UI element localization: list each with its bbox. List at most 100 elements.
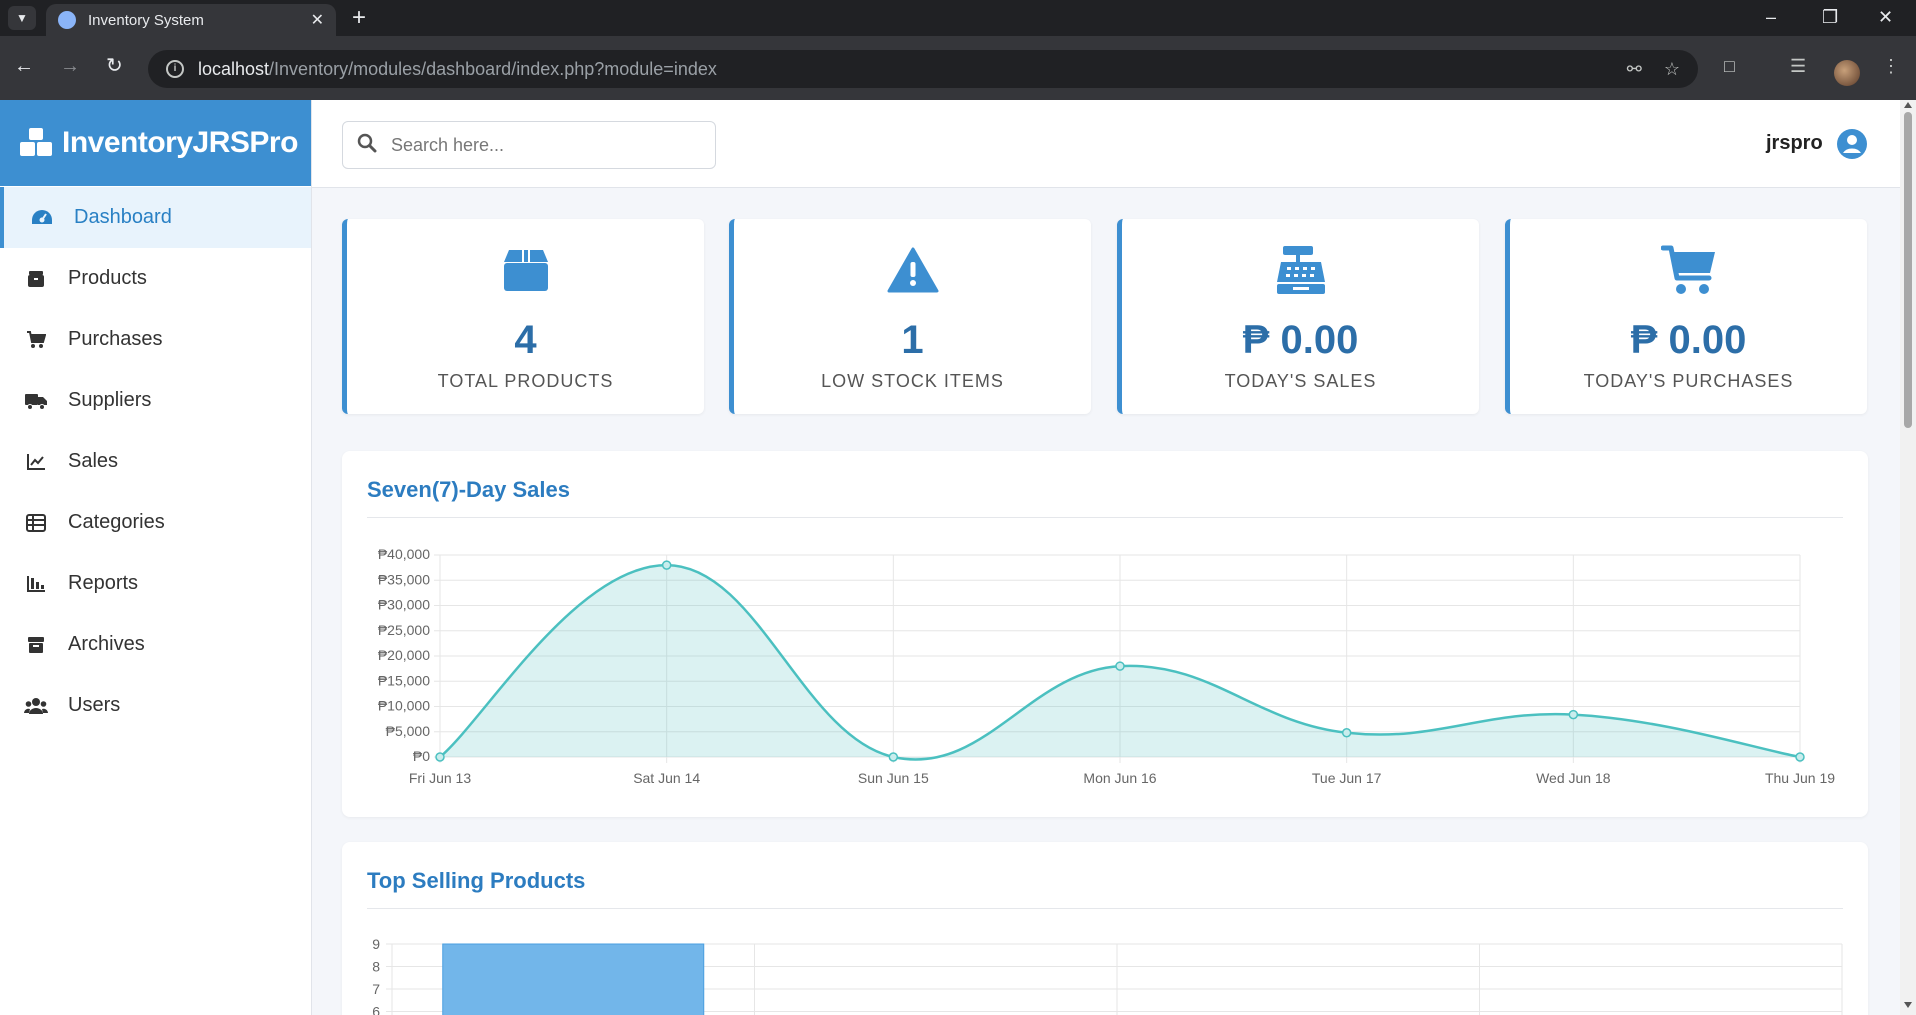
x-tick-label: Fri Jun 13 (409, 770, 471, 786)
sidebar-item-categories[interactable]: Categories (0, 492, 311, 553)
sidebar-item-dashboard[interactable]: Dashboard (0, 187, 311, 248)
sidebar-item-suppliers[interactable]: Suppliers (0, 370, 311, 431)
sidebar-item-label: Purchases (68, 328, 163, 350)
site-info-icon[interactable]: i (166, 60, 184, 78)
search-box[interactable] (342, 121, 716, 169)
box-icon (24, 267, 48, 291)
tab-search-button[interactable]: ▼ (8, 6, 36, 30)
x-tick-label: Wed Jun 18 (1536, 770, 1611, 786)
top-selling-bar-chart: 9 8 7 6 (372, 936, 1843, 1015)
total-products-value: 4 (514, 318, 537, 362)
x-tick-label: Thu Jun 19 (1765, 770, 1835, 786)
cash-register-icon (1122, 243, 1479, 297)
sidebar-item-label: Reports (68, 572, 139, 594)
users-icon (24, 694, 48, 718)
page-scrollbar[interactable] (1900, 100, 1916, 1015)
y-tick-label: ₱40,000 (378, 546, 430, 562)
y-tick-label: 9 (372, 936, 380, 952)
x-tick-label: Tue Jun 17 (1312, 770, 1382, 786)
x-tick-label: Sun Jun 15 (858, 770, 929, 786)
url-text: localhost/Inventory/modules/dashboard/in… (198, 58, 717, 79)
box-icon (347, 243, 704, 297)
brand-header[interactable]: InventoryJRSPro (0, 100, 311, 186)
boxes-icon (20, 128, 54, 158)
gauge-icon (30, 206, 54, 230)
sidebar-item-sales[interactable]: Sales (0, 431, 311, 492)
username[interactable]: jrspro (1766, 132, 1823, 155)
sidebar-item-users[interactable]: Users (0, 675, 311, 736)
chrome-menu-icon[interactable]: ⋮ (1882, 56, 1900, 77)
todays-sales-value: ₱ 0.00 (1242, 318, 1359, 362)
sidebar-item-products[interactable]: Products (0, 248, 311, 309)
archive-box-icon (24, 633, 48, 657)
stat-card-todays-sales: ₱ 0.00 TODAY'S SALES (1117, 219, 1479, 414)
stat-card-low-stock: 1 LOW STOCK ITEMS (729, 219, 1091, 414)
forward-button[interactable]: → (60, 54, 80, 78)
y-tick-label: ₱0 (413, 748, 430, 764)
low-stock-label: LOW STOCK ITEMS (821, 371, 1004, 391)
scroll-thumb[interactable] (1904, 112, 1912, 428)
y-tick-label: ₱15,000 (378, 672, 430, 688)
user-circle-icon[interactable] (1837, 129, 1867, 164)
search-input[interactable] (391, 134, 691, 156)
sidebar-menu: Dashboard Products Purchases Suppliers S… (0, 187, 311, 736)
minimize-button[interactable]: – (1766, 4, 1776, 30)
cart-icon (1510, 243, 1867, 297)
sales-point (661, 560, 672, 570)
todays-purchases-label: TODAY'S PURCHASES (1583, 371, 1794, 391)
back-button[interactable]: ← (14, 54, 34, 78)
sales-line-chart: ₱0 ₱5,000 ₱10,000 ₱15,000 ₱20,000 ₱25,000 ₱30,… (378, 546, 1835, 786)
browser-tab[interactable]: Inventory System ✕ (46, 4, 336, 36)
sidebar-item-archives[interactable]: Archives (0, 614, 311, 675)
sales-point (888, 752, 899, 762)
scroll-down-icon[interactable] (1904, 1002, 1912, 1008)
sidebar-item-purchases[interactable]: Purchases (0, 309, 311, 370)
sales-point (1341, 728, 1352, 738)
sidebar: InventoryJRSPro Dashboard Products Purch… (0, 100, 312, 1015)
sidebar-item-reports[interactable]: Reports (0, 553, 311, 614)
window-close-button[interactable]: ✕ (1878, 4, 1893, 30)
password-key-icon[interactable]: ⚯ (1627, 59, 1642, 80)
favicon-icon (58, 11, 76, 29)
y-tick-label: ₱35,000 (378, 571, 430, 587)
y-tick-label: ₱30,000 (378, 597, 430, 613)
url-bar[interactable]: i localhost/Inventory/modules/dashboard/… (148, 50, 1698, 88)
restore-button[interactable]: ❐ (1822, 4, 1838, 30)
scroll-up-icon[interactable] (1904, 102, 1912, 108)
sidebar-item-label: Products (68, 267, 147, 289)
truck-icon (24, 389, 48, 413)
sidebar-item-label: Sales (68, 450, 119, 472)
cart-icon (24, 328, 48, 352)
y-tick-label: 7 (372, 981, 380, 997)
line-chart-icon (24, 450, 48, 474)
new-tab-button[interactable]: + (352, 4, 366, 32)
y-tick-label: 6 (372, 1004, 380, 1015)
stat-card-todays-purchases: ₱ 0.00 TODAY'S PURCHASES (1505, 219, 1867, 414)
extensions-icon[interactable]: □ (1724, 56, 1735, 77)
x-tick-label: Mon Jun 16 (1083, 770, 1156, 786)
address-bar-row: ← → ↻ i localhost/Inventory/modules/dash… (0, 36, 1916, 100)
tab-title: Inventory System (88, 11, 204, 29)
sidebar-item-label: Dashboard (74, 206, 172, 228)
tab-close-icon[interactable]: ✕ (311, 10, 324, 30)
y-tick-label: ₱5,000 (386, 723, 431, 739)
total-products-label: TOTAL PRODUCTS (437, 371, 614, 391)
sidebar-item-label: Categories (68, 511, 165, 533)
y-tick-label: ₱10,000 (378, 698, 430, 714)
sales-point (1795, 752, 1805, 762)
sidebar-item-label: Suppliers (68, 389, 152, 411)
low-stock-value: 1 (901, 318, 924, 362)
y-tick-label: 8 (372, 959, 380, 975)
profile-avatar[interactable] (1834, 60, 1860, 86)
search-icon (357, 133, 377, 158)
media-control-icon[interactable]: ☰ (1790, 56, 1806, 77)
sidebar-item-label: Users (68, 694, 121, 716)
warning-icon (734, 243, 1091, 297)
sidebar-item-label: Archives (68, 633, 145, 655)
sales-point (1115, 661, 1125, 671)
sales-chart-panel: Seven(7)-Day Sales ₱0 ₱5,000 ₱10,000 ₱15,00… (342, 451, 1868, 817)
bookmark-star-icon[interactable]: ☆ (1664, 59, 1680, 80)
top-selling-panel: Top Selling Products 9876 (342, 842, 1868, 1015)
reload-button[interactable]: ↻ (106, 54, 123, 78)
x-tick-label: Sat Jun 14 (633, 770, 700, 786)
